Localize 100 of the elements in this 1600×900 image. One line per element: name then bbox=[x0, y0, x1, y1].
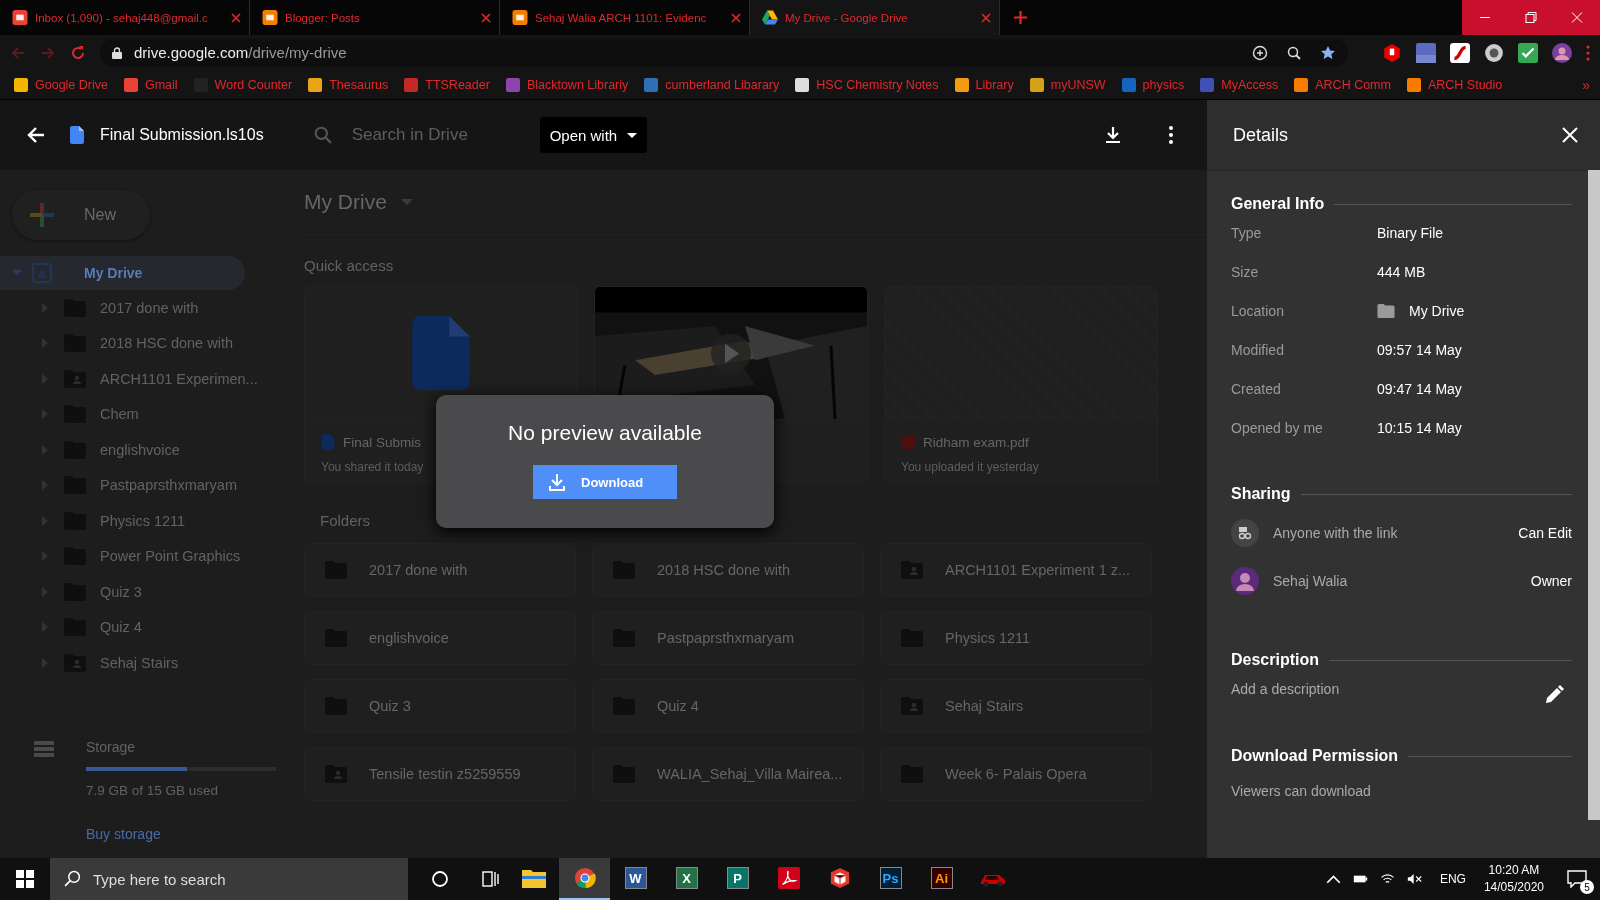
folder-tree-item[interactable]: Physics 1211 bbox=[0, 503, 290, 539]
flash-icon[interactable] bbox=[1450, 42, 1470, 63]
taskbar-app[interactable]: Ai bbox=[916, 858, 967, 900]
folder-tree-item[interactable]: 2018 HSC done with bbox=[0, 325, 290, 361]
new-button[interactable]: New bbox=[12, 190, 150, 240]
address-bar[interactable]: drive.google.com/drive/my-drive bbox=[100, 38, 1348, 67]
folder-tree-item[interactable]: englishvoice bbox=[0, 432, 290, 468]
bookmark-link[interactable]: HSC Chemistry Notes bbox=[795, 77, 939, 92]
bookmark-link[interactable]: MyAccess bbox=[1200, 77, 1279, 92]
sidebar-item[interactable]: My Drive bbox=[0, 256, 245, 290]
description-field[interactable]: Add a description bbox=[1231, 681, 1340, 697]
taskbar-app[interactable]: Ps bbox=[865, 858, 916, 900]
chevron-up-icon[interactable] bbox=[1325, 873, 1341, 885]
zoom-icon[interactable] bbox=[1286, 44, 1302, 61]
star-icon[interactable] bbox=[1320, 44, 1336, 61]
folder-tree-item[interactable]: Chem bbox=[0, 396, 290, 432]
bookmark-link[interactable]: physics bbox=[1121, 77, 1185, 92]
extension-icon[interactable] bbox=[1382, 42, 1402, 63]
taskbar-app[interactable]: X bbox=[661, 858, 712, 900]
bookmark-link[interactable]: Blacktown Librariy bbox=[505, 77, 629, 92]
reload-icon[interactable] bbox=[70, 44, 86, 61]
language-indicator[interactable]: ENG bbox=[1439, 872, 1466, 886]
bookmark-link[interactable]: Google Drive bbox=[14, 77, 108, 92]
folder-card[interactable]: 2017 done with bbox=[304, 543, 576, 597]
back-arrow-icon[interactable] bbox=[26, 125, 46, 145]
app-icon: X bbox=[675, 867, 698, 889]
folder-tree-item[interactable]: 2017 done with bbox=[0, 290, 290, 326]
share-name: Sehaj Walia bbox=[1273, 573, 1348, 589]
plus-icon bbox=[30, 203, 54, 227]
search-field[interactable]: Search in Drive bbox=[349, 124, 524, 146]
cortana-icon[interactable] bbox=[430, 869, 450, 889]
add-icon[interactable] bbox=[1252, 44, 1268, 61]
page-title[interactable]: My Drive bbox=[304, 190, 387, 214]
browser-tab[interactable]: My Drive - Google Drive bbox=[750, 0, 1000, 35]
bookmark-link[interactable]: TTSReader bbox=[404, 77, 490, 92]
document-icon bbox=[412, 316, 470, 390]
bookmark-link[interactable]: Thesaurus bbox=[308, 77, 389, 92]
file-card[interactable]: Ridham exam.pdf You uploaded it yesterday bbox=[884, 286, 1158, 484]
property-label: Opened by me bbox=[1231, 419, 1324, 436]
folder-card[interactable]: WALIA_Sehaj_Villa Mairea... bbox=[592, 747, 864, 801]
shared-folder-icon bbox=[64, 369, 86, 388]
folder-card[interactable]: 2018 HSC done with bbox=[592, 543, 864, 597]
folder-tree-item[interactable]: Quiz 3 bbox=[0, 574, 290, 610]
download-icon[interactable] bbox=[1103, 125, 1123, 145]
record-icon[interactable] bbox=[1484, 42, 1504, 63]
more-bookmarks-button[interactable]: » bbox=[1582, 76, 1590, 93]
task-view-icon[interactable] bbox=[480, 869, 500, 889]
bookmark-link[interactable]: Word Counter bbox=[193, 77, 293, 92]
buy-storage-link[interactable]: Buy storage bbox=[86, 826, 276, 842]
taskbar-search-field[interactable]: Type here to search bbox=[50, 858, 408, 900]
bookmark-link[interactable]: cumberland Libarary bbox=[644, 77, 780, 92]
calendar-icon[interactable] bbox=[1416, 42, 1436, 63]
folder-tree-item[interactable]: Power Point Graphics bbox=[0, 538, 290, 574]
folder-card[interactable]: Pastpaprsthxmaryam bbox=[592, 611, 864, 665]
avatar-icon[interactable] bbox=[1552, 42, 1572, 63]
bookmark-link[interactable]: myUNSW bbox=[1029, 77, 1106, 92]
drive-icon bbox=[32, 263, 52, 283]
folder-card[interactable]: englishvoice bbox=[304, 611, 576, 665]
clock[interactable]: 10:20 AM 14/05/2020 bbox=[1483, 862, 1544, 896]
favicon-icon bbox=[262, 10, 278, 25]
checkmark-icon[interactable] bbox=[1518, 42, 1538, 63]
menu-icon[interactable] bbox=[1586, 44, 1590, 61]
folder-card[interactable]: ARCH1101 Experiment 1 z... bbox=[880, 543, 1152, 597]
open-with-button[interactable]: Open with bbox=[539, 117, 648, 153]
app-icon: Ai bbox=[930, 867, 953, 889]
folder-tree-item[interactable]: Quiz 4 bbox=[0, 609, 290, 645]
section-heading: General Info bbox=[1231, 195, 1325, 213]
favicon-icon bbox=[12, 10, 28, 25]
bookmark-link[interactable]: Gmail bbox=[123, 77, 178, 92]
taskbar-app[interactable]: P bbox=[712, 858, 763, 900]
notification-center-button[interactable]: 5 bbox=[1562, 864, 1592, 894]
new-tab-icon[interactable] bbox=[1014, 11, 1027, 24]
folder-card[interactable]: Quiz 4 bbox=[592, 679, 864, 733]
document-icon bbox=[321, 434, 335, 450]
property-label: Type bbox=[1231, 224, 1263, 241]
folder-card[interactable]: Tensile testin z5259559 bbox=[304, 747, 576, 801]
volume-muted-icon[interactable] bbox=[1406, 873, 1422, 885]
wifi-icon[interactable] bbox=[1379, 873, 1395, 885]
folder-tree-item[interactable]: ARCH1101 Experimen... bbox=[0, 361, 290, 397]
bookmark-link[interactable]: ARCH Studio bbox=[1406, 77, 1503, 92]
section-heading: Description bbox=[1231, 651, 1319, 669]
folder-card[interactable]: Sehaj Stairs bbox=[880, 679, 1152, 733]
file-name: Ridham exam.pdf bbox=[923, 434, 1029, 450]
bookmark-link[interactable]: ARCH Comm bbox=[1294, 77, 1391, 92]
windows-start-icon[interactable] bbox=[16, 870, 34, 888]
pdf-app-icon bbox=[776, 867, 801, 889]
folder-card[interactable]: Week 6- Palais Opera bbox=[880, 747, 1152, 801]
taskbar-app[interactable]: W bbox=[610, 858, 661, 900]
taskbar-app[interactable] bbox=[559, 858, 610, 900]
folder-card[interactable]: Quiz 3 bbox=[304, 679, 576, 733]
property-value: 09:57 14 May bbox=[1377, 341, 1462, 358]
pencil-icon[interactable] bbox=[1544, 685, 1564, 705]
folder-card[interactable]: Physics 1211 bbox=[880, 611, 1152, 665]
more-icon[interactable] bbox=[1169, 126, 1173, 144]
folder-tree-item[interactable]: Sehaj Stairs bbox=[0, 645, 290, 681]
download-button[interactable]: Download bbox=[533, 465, 677, 499]
folder-tree-item[interactable]: Pastpaprsthxmaryam bbox=[0, 467, 290, 503]
bookmark-link[interactable]: Library bbox=[954, 77, 1014, 92]
battery-icon[interactable] bbox=[1352, 873, 1368, 885]
scrollbar[interactable] bbox=[1588, 170, 1600, 820]
